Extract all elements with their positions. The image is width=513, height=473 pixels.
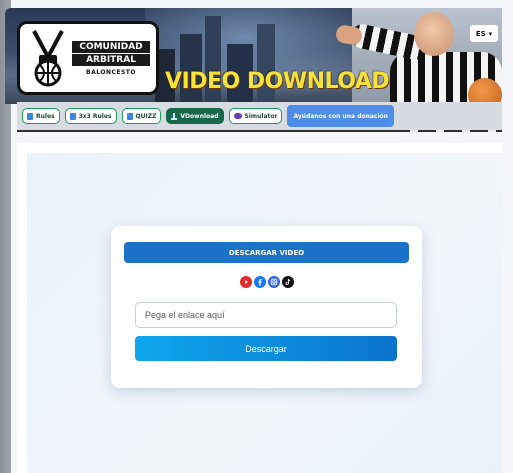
book-icon bbox=[126, 112, 133, 120]
header-banner: COMUNIDAD ARBITRAL BALONCESTO VIDEO DOWN… bbox=[5, 8, 502, 104]
nav-item-rules[interactable]: Rules bbox=[22, 108, 60, 124]
card-header: DESCARGAR VIDEO bbox=[124, 242, 409, 263]
page-title: VIDEO DOWNLOAD bbox=[165, 69, 390, 94]
language-value: ES bbox=[475, 29, 486, 38]
mask-icon bbox=[233, 113, 242, 119]
nav-item-label: 3x3 Rules bbox=[78, 112, 112, 120]
site-logo[interactable]: COMUNIDAD ARBITRAL BALONCESTO bbox=[17, 21, 159, 95]
youtube-icon bbox=[239, 276, 252, 288]
logo-line-2: ARBITRAL bbox=[72, 54, 150, 66]
nav-item-label: Rules bbox=[36, 112, 55, 120]
chevron-down-icon: ▾ bbox=[488, 29, 493, 38]
book-icon bbox=[69, 112, 76, 120]
social-icons bbox=[111, 276, 422, 288]
nav-item-vdownload[interactable]: VDownload bbox=[166, 108, 224, 124]
book-icon bbox=[27, 112, 33, 120]
logo-subtitle: BALONCESTO bbox=[86, 69, 136, 76]
download-icon bbox=[171, 112, 178, 120]
logo-text: COMUNIDAD ARBITRAL BALONCESTO bbox=[70, 40, 156, 76]
nav-item-label: QUIZZ bbox=[135, 112, 157, 120]
video-url-input[interactable] bbox=[135, 302, 397, 328]
download-button[interactable]: Descargar bbox=[135, 336, 397, 361]
nav-bar: Rules 3x3 Rules QUIZZ VDownload Simulato… bbox=[17, 102, 502, 132]
language-select[interactable]: ES ▾ bbox=[470, 25, 498, 42]
nav-item-label: VDownload bbox=[180, 112, 219, 120]
basketball-icon bbox=[468, 78, 502, 104]
nav-item-label: Simulator bbox=[244, 112, 278, 120]
instagram-icon bbox=[267, 276, 280, 288]
donate-button[interactable]: Ayúdanos con una donación bbox=[287, 105, 394, 127]
referee-head bbox=[414, 12, 454, 56]
nav-item-3x3-rules[interactable]: 3x3 Rules bbox=[64, 108, 117, 124]
logo-line-1: COMUNIDAD bbox=[72, 41, 150, 53]
nav-item-simulator[interactable]: Simulator bbox=[228, 108, 283, 124]
tiktok-icon bbox=[281, 276, 294, 288]
download-card: DESCARGAR VIDEO Descargar bbox=[111, 226, 422, 388]
referee-whistle-emblem-icon bbox=[26, 27, 70, 89]
nav-item-quizz[interactable]: QUIZZ bbox=[121, 108, 162, 124]
facebook-icon bbox=[253, 276, 266, 288]
